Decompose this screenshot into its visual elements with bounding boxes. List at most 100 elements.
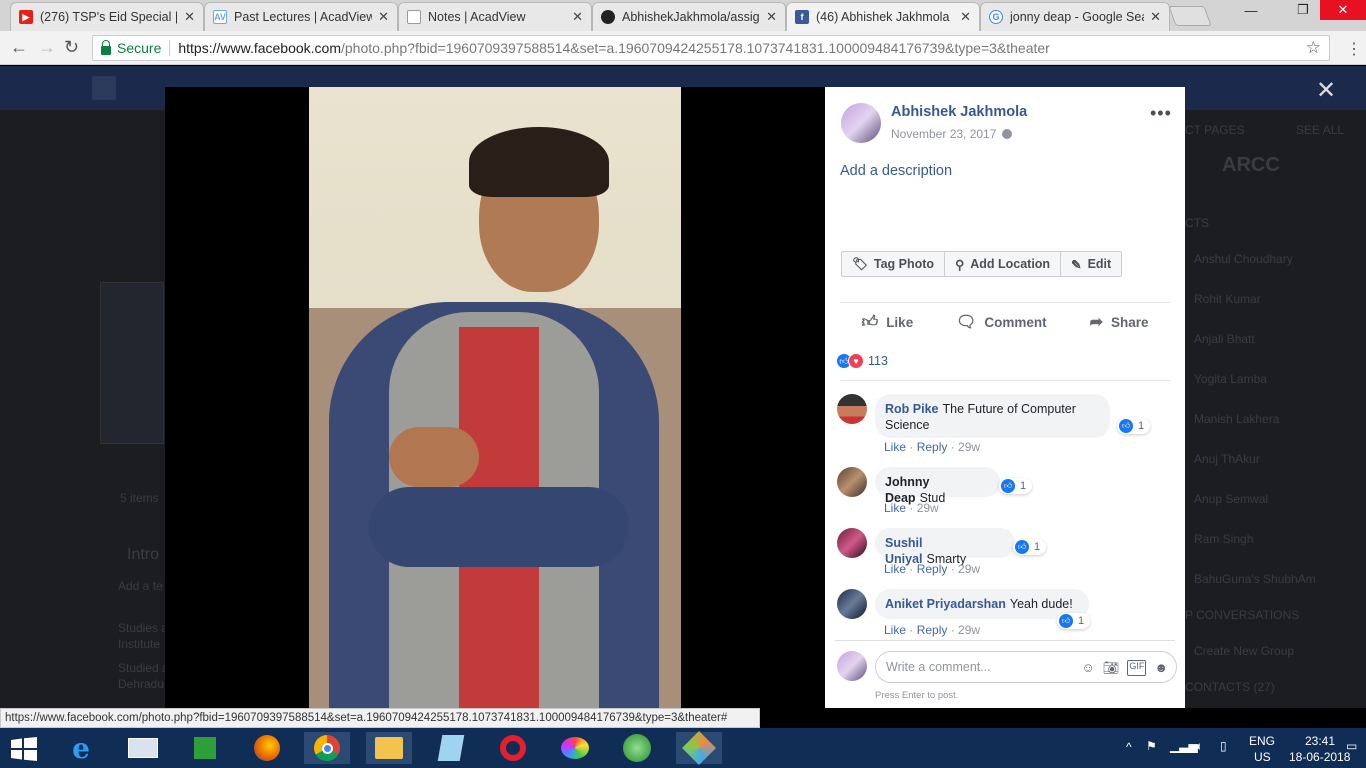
- bg-dehradun: Dehradu: [118, 677, 165, 691]
- tab-notes[interactable]: Notes | AcadView ✕: [398, 2, 592, 31]
- bookmark-star-icon[interactable]: ☆: [1306, 38, 1321, 58]
- new-tab-button[interactable]: [1168, 6, 1212, 26]
- comment-like-link[interactable]: Like: [884, 501, 906, 515]
- tab-youtube[interactable]: ▶ (276) TSP's Eid Special | Ir ✕: [10, 2, 204, 31]
- share-button[interactable]: ➦ Share: [1090, 312, 1149, 332]
- close-icon[interactable]: ✕: [378, 9, 389, 25]
- notifications-icon[interactable]: ▭: [1346, 739, 1357, 753]
- more-options-icon[interactable]: •••: [1150, 103, 1172, 124]
- clock-date[interactable]: 18-06-2018: [1289, 750, 1350, 764]
- tag-photo-label: Tag Photo: [873, 257, 935, 271]
- globe-icon[interactable]: [1002, 129, 1013, 139]
- press-enter-hint: Press Enter to post.: [875, 690, 959, 701]
- add-location-button[interactable]: ⚲ Add Location: [945, 252, 1062, 276]
- snipping-tool-icon[interactable]: [676, 731, 722, 765]
- reaction-summary[interactable]: 👍︎ ♥ 113: [836, 353, 888, 369]
- post-date-text: November 23, 2017: [891, 127, 997, 141]
- reload-icon[interactable]: ↻: [64, 37, 79, 58]
- comment-button[interactable]: 🗨︎ Comment: [956, 312, 1047, 332]
- tab-github[interactable]: AbhishekJakhmola/assigr ✕: [592, 2, 786, 31]
- minimize-icon[interactable]: —: [1228, 0, 1274, 20]
- close-icon[interactable]: ✕: [184, 9, 195, 25]
- tab-facebook[interactable]: f (46) Abhishek Jakhmola ✕: [786, 2, 980, 31]
- close-icon[interactable]: ✕: [572, 9, 583, 25]
- show-hidden-icons[interactable]: ^: [1126, 740, 1132, 754]
- comment-reply-link[interactable]: Reply: [917, 562, 948, 576]
- comment-like-count[interactable]: 👍︎ 1: [999, 478, 1033, 494]
- comment-like-link[interactable]: Like: [884, 562, 906, 576]
- paint-icon[interactable]: [552, 732, 598, 764]
- comment-like-link[interactable]: Like: [884, 623, 906, 637]
- close-theater-icon[interactable]: ✕: [1316, 76, 1336, 105]
- author-name[interactable]: Abhishek Jakhmola: [891, 104, 1027, 120]
- volume-icon[interactable]: 🔈︎: [1196, 739, 1203, 754]
- comment-reply-link[interactable]: Reply: [917, 440, 948, 454]
- like-reaction-icon: 👍︎: [1119, 419, 1133, 433]
- comment-bubble: Johnny Deap Stud: [875, 467, 1000, 505]
- like-button[interactable]: 👍︎ Like: [861, 313, 913, 332]
- commenter-avatar[interactable]: [837, 394, 867, 424]
- language-code[interactable]: ENG: [1249, 734, 1275, 748]
- comment-time[interactable]: 29w: [958, 562, 980, 576]
- tab-past-lectures[interactable]: AV Past Lectures | AcadView ✕: [204, 2, 398, 31]
- share-label: Share: [1111, 315, 1149, 330]
- flag-icon[interactable]: ⚑: [1146, 739, 1157, 753]
- comment-reply-link[interactable]: Reply: [917, 623, 948, 637]
- close-icon[interactable]: ✕: [1150, 9, 1161, 25]
- clock-time[interactable]: 23:41: [1305, 734, 1335, 748]
- url-input[interactable]: Secure https://www.facebook.com/photo.ph…: [92, 35, 1330, 61]
- edit-button[interactable]: ✎ Edit: [1061, 252, 1121, 276]
- tag-photo-button[interactable]: 🏷 Tag Photo: [842, 252, 946, 276]
- comment-like-count[interactable]: 👍︎ 1: [1057, 613, 1091, 629]
- comment-like-link[interactable]: Like: [884, 440, 906, 454]
- windows-start-icon[interactable]: [10, 737, 38, 761]
- notepad-icon[interactable]: [428, 732, 474, 764]
- firefox-icon[interactable]: [244, 732, 290, 764]
- close-icon[interactable]: ✕: [766, 9, 777, 25]
- profile-photo[interactable]: [309, 87, 681, 708]
- commenter-name[interactable]: Aniket Priyadarshan: [885, 597, 1006, 611]
- gif-icon[interactable]: GIF: [1127, 660, 1147, 676]
- bg-contact-name: Anjali Bhatt: [1194, 332, 1255, 346]
- commenter-avatar[interactable]: [837, 467, 867, 497]
- post-date: November 23, 2017: [891, 127, 1013, 141]
- comment-time[interactable]: 29w: [958, 623, 980, 637]
- lenovo-icon[interactable]: [120, 732, 166, 764]
- bg-group-conversations: P CONVERSATIONS: [1185, 608, 1300, 622]
- browser-menu-icon[interactable]: ⋮: [1346, 39, 1362, 59]
- close-icon[interactable]: ✕: [960, 9, 971, 25]
- internet-explorer-icon[interactable]: e: [58, 732, 104, 765]
- author-avatar[interactable]: [841, 103, 881, 143]
- comment-input[interactable]: Write a comment... ☺ 📷︎ GIF ☻: [875, 651, 1177, 683]
- commenter-avatar[interactable]: [837, 528, 867, 558]
- sticker-icon[interactable]: ☻: [1154, 660, 1168, 676]
- store-icon[interactable]: [182, 732, 228, 764]
- opera-icon[interactable]: [490, 732, 536, 764]
- network-globe-icon[interactable]: [614, 732, 660, 764]
- add-description-link[interactable]: Add a description: [840, 163, 952, 179]
- file-explorer-icon[interactable]: [366, 732, 412, 764]
- windows-taskbar: e ^ ⚑ ▁▃▅ 🔈︎ ▯ ENG US 23:41 18-06-2018 ▭: [0, 728, 1366, 768]
- github-icon: [601, 10, 615, 24]
- comment-like-count[interactable]: 👍︎ 1: [1117, 418, 1151, 434]
- window-close-icon[interactable]: ✕: [1320, 0, 1366, 20]
- forward-icon[interactable]: →: [38, 37, 56, 58]
- secure-indicator[interactable]: Secure: [101, 39, 161, 56]
- love-reaction-icon: ♥: [848, 353, 864, 369]
- comment-time[interactable]: 29w: [958, 440, 980, 454]
- chrome-icon[interactable]: [304, 732, 350, 764]
- commenter-name[interactable]: Rob Pike: [885, 402, 939, 416]
- region-code[interactable]: US: [1254, 750, 1271, 764]
- back-icon[interactable]: ←: [10, 37, 28, 58]
- comment-actions: Like · Reply · 29w: [884, 623, 981, 637]
- wifi-icon[interactable]: ▁▃▅: [1170, 739, 1198, 753]
- edit-label: Edit: [1087, 257, 1112, 271]
- camera-icon[interactable]: 📷︎: [1103, 660, 1120, 676]
- emoji-icon[interactable]: ☺: [1082, 660, 1095, 676]
- comment-time[interactable]: 29w: [917, 501, 939, 515]
- tab-google[interactable]: G jonny deap - Google Sear ✕: [980, 2, 1170, 31]
- commenter-avatar[interactable]: [837, 589, 867, 619]
- comment-like-count[interactable]: 👍︎ 1: [1013, 539, 1047, 555]
- battery-icon[interactable]: ▯: [1220, 739, 1227, 753]
- tag-icon: 🏷: [852, 256, 868, 271]
